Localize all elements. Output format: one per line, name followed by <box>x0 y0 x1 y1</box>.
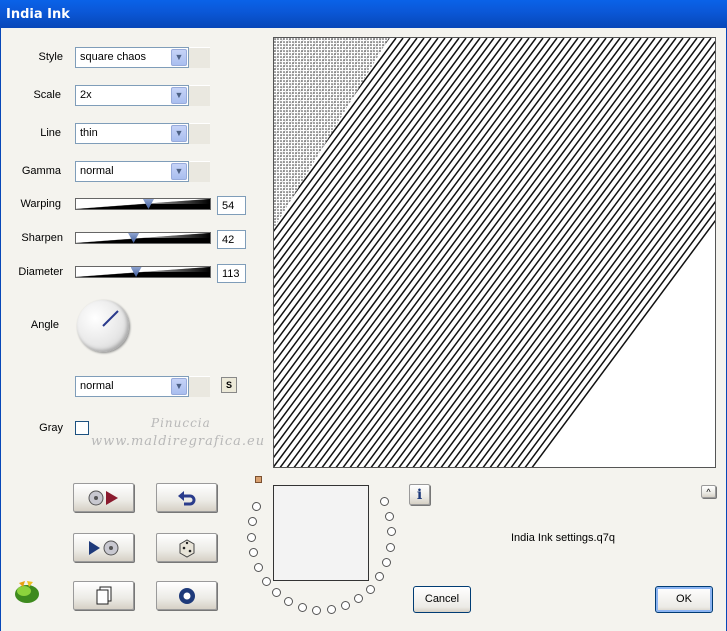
reset-button[interactable] <box>156 581 217 610</box>
undo-button[interactable] <box>156 483 217 512</box>
sharpen-input[interactable]: 42 <box>217 230 246 249</box>
preset-dot[interactable] <box>247 532 257 542</box>
scale-label: Scale <box>33 89 61 101</box>
warping-input[interactable]: 54 <box>217 196 246 215</box>
preset-dot[interactable] <box>297 603 307 613</box>
preset-dot[interactable] <box>341 601 350 611</box>
play-reel-button[interactable] <box>73 483 134 512</box>
diameter-slider[interactable] <box>75 266 211 278</box>
preset-dot[interactable] <box>375 572 385 582</box>
blend-value: normal <box>80 380 114 392</box>
swatch-marker[interactable] <box>255 476 262 483</box>
preset-dot[interactable] <box>354 594 364 604</box>
style-label: Style <box>38 51 63 63</box>
copy-button[interactable] <box>73 581 134 610</box>
undo-icon <box>177 490 195 505</box>
app-logo-icon <box>13 579 41 608</box>
dice-icon <box>179 538 194 558</box>
reel-play-button[interactable] <box>73 533 134 562</box>
chevron-down-icon[interactable]: ▼ <box>171 49 187 66</box>
preset-dot[interactable] <box>252 501 262 511</box>
settings-filename: India Ink settings.q7q <box>511 532 615 544</box>
film-reel-play-icon <box>88 490 118 505</box>
collapse-icon: ^ <box>706 486 711 497</box>
gamma-select[interactable]: normal ▼ <box>75 161 189 182</box>
line-label: Line <box>40 127 61 139</box>
gamma-value: normal <box>80 165 114 177</box>
line-value: thin <box>80 127 98 139</box>
dialog-body: Style square chaos ▼ Scale 2x ▼ Line thi… <box>0 28 727 631</box>
chevron-down-icon[interactable]: ▼ <box>171 378 187 395</box>
copy-pages-icon <box>96 586 111 604</box>
cancel-button[interactable]: Cancel <box>413 586 471 613</box>
preset-dot[interactable] <box>272 588 282 598</box>
preset-dot[interactable] <box>326 605 336 615</box>
random-button[interactable] <box>156 533 217 562</box>
blend-select[interactable]: normal ▼ <box>75 376 189 397</box>
preview-canvas[interactable] <box>273 37 716 468</box>
scale-select-tail <box>189 85 210 106</box>
warping-slider[interactable] <box>75 198 211 210</box>
gamma-label: Gamma <box>21 165 61 177</box>
angle-label: Angle <box>30 319 59 331</box>
style-value: square chaos <box>80 51 147 63</box>
blend-select-tail <box>189 376 210 397</box>
chevron-down-icon[interactable]: ▼ <box>171 163 187 180</box>
line-select-tail <box>189 123 210 144</box>
window-title: India Ink <box>0 0 727 28</box>
gamma-select-tail <box>189 161 210 182</box>
watermark-url: www.maldiregrafica.eu <box>91 434 266 449</box>
sharpen-label: Sharpen <box>21 232 63 244</box>
preset-dot[interactable] <box>379 496 389 506</box>
preset-dot[interactable] <box>248 516 258 526</box>
preset-dot[interactable] <box>312 605 322 615</box>
preset-dot[interactable] <box>249 548 259 558</box>
preset-dot[interactable] <box>381 558 391 568</box>
scale-value: 2x <box>80 89 92 101</box>
sharpen-slider[interactable] <box>75 232 211 244</box>
chevron-down-icon[interactable]: ▼ <box>171 87 187 104</box>
line-select[interactable]: thin ▼ <box>75 123 189 144</box>
s-button[interactable]: S <box>221 377 237 393</box>
preset-dot[interactable] <box>261 576 271 586</box>
style-select[interactable]: square chaos ▼ <box>75 47 189 68</box>
preset-dot[interactable] <box>365 584 375 594</box>
warping-track <box>76 199 210 209</box>
target-circle-icon <box>178 587 195 604</box>
color-swatch[interactable] <box>273 485 369 581</box>
preset-dot[interactable] <box>254 563 264 573</box>
gray-checkbox[interactable] <box>75 421 89 435</box>
ok-button[interactable]: OK <box>655 586 713 613</box>
play-film-reel-icon <box>88 540 118 555</box>
diameter-input[interactable]: 113 <box>217 264 246 283</box>
diameter-label: Diameter <box>18 266 63 278</box>
info-button[interactable]: i <box>409 484 430 505</box>
preset-dot[interactable] <box>386 527 396 537</box>
chevron-down-icon[interactable]: ▼ <box>171 125 187 142</box>
style-select-tail <box>189 47 210 68</box>
angle-needle-icon <box>102 310 119 327</box>
info-icon: i <box>416 486 423 503</box>
gray-label: Gray <box>39 422 63 434</box>
collapse-button[interactable]: ^ <box>701 485 716 498</box>
ink-lines-preview <box>274 38 715 467</box>
angle-dial[interactable] <box>77 300 129 352</box>
diameter-track <box>76 267 210 277</box>
scale-select[interactable]: 2x ▼ <box>75 85 189 106</box>
preset-dot[interactable] <box>385 543 395 553</box>
warping-label: Warping <box>20 198 61 210</box>
sharpen-track <box>76 233 210 243</box>
preset-dot[interactable] <box>384 511 394 521</box>
preset-dot[interactable] <box>284 597 294 607</box>
watermark-name: Pinuccia <box>151 416 211 430</box>
